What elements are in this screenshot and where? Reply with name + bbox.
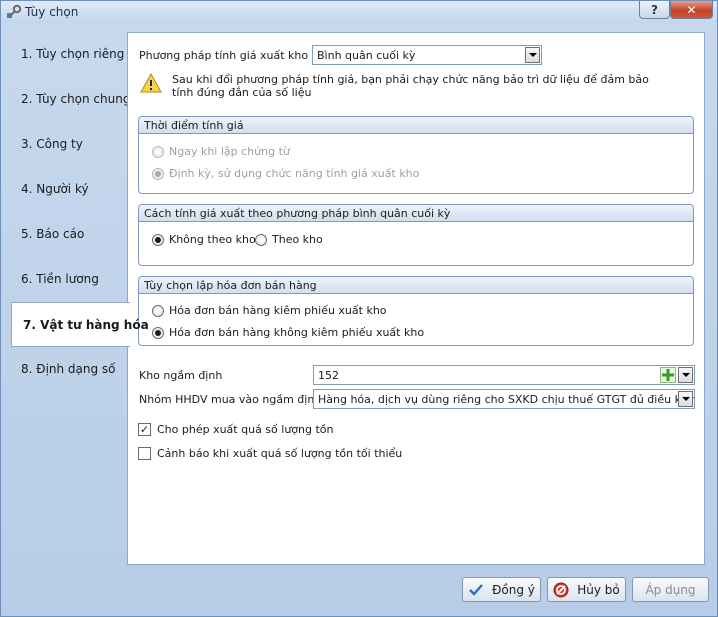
nav-item-inventory[interactable]: 7. Vật tư hàng hóa bbox=[11, 302, 149, 347]
avg-by-warehouse-label: Theo kho bbox=[272, 233, 323, 246]
pricing-method-select[interactable]: Bình quân cuối kỳ bbox=[312, 45, 542, 65]
radio-icon[interactable] bbox=[255, 233, 267, 246]
invoice-without-delivery-label: Hóa đơn bán hàng không kiêm phiếu xuất k… bbox=[169, 326, 425, 339]
cancel-button[interactable]: Hủy bỏ bbox=[547, 577, 626, 602]
allow-over-stock-checkbox[interactable]: ✓ Cho phép xuất quá số lượng tồn bbox=[138, 423, 333, 436]
warn-min-stock-label: Cảnh báo khi xuất quá số lượng tồn tối t… bbox=[157, 447, 403, 460]
avg-by-warehouse-option[interactable]: Theo kho bbox=[255, 233, 323, 246]
invoice-with-delivery-label: Hóa đơn bán hàng kiêm phiếu xuất kho bbox=[169, 304, 387, 317]
inventory-options-panel: Phương pháp tính giá xuất kho Bình quân … bbox=[127, 32, 705, 565]
avg-method-group: Cách tính giá xuất theo phương pháp bình… bbox=[138, 204, 694, 266]
warn-min-stock-checkbox[interactable]: Cảnh báo khi xuất quá số lượng tồn tối t… bbox=[138, 447, 402, 460]
title-bar[interactable]: Tùy chọn ? ✕ bbox=[1, 1, 717, 23]
radio-icon[interactable] bbox=[152, 145, 164, 158]
ok-button-label: Đồng ý bbox=[492, 582, 535, 597]
nav-item-signers[interactable]: 4. Người ký bbox=[10, 167, 128, 212]
avg-not-by-warehouse-option[interactable]: Không theo kho bbox=[152, 233, 256, 246]
default-warehouse-value: 152 bbox=[318, 369, 339, 382]
chevron-down-icon[interactable] bbox=[525, 47, 540, 63]
avg-method-title: Cách tính giá xuất theo phương pháp bình… bbox=[139, 205, 693, 222]
invoice-with-delivery-option[interactable]: Hóa đơn bán hàng kiêm phiếu xuất kho bbox=[152, 304, 387, 317]
checkbox-icon[interactable] bbox=[138, 447, 151, 460]
options-dialog: Tùy chọn ? ✕ 1. Tùy chọn riêng 2. Tùy ch… bbox=[0, 0, 718, 617]
purchase-group-select[interactable]: Hàng hóa, dịch vụ dùng riêng cho SXKD ch… bbox=[313, 389, 695, 409]
cancel-icon bbox=[553, 582, 569, 598]
radio-selected-icon[interactable] bbox=[152, 233, 164, 246]
timing-periodic-label: Định kỳ, sử dụng chức năng tính giá xuất… bbox=[169, 167, 420, 180]
default-warehouse-select[interactable]: 152 bbox=[313, 365, 695, 385]
nav-item-number-format[interactable]: 8. Định dạng số bbox=[10, 347, 128, 392]
apply-button[interactable]: Áp dụng bbox=[632, 577, 709, 602]
radio-selected-icon[interactable] bbox=[152, 326, 164, 339]
nav-item-private-options[interactable]: 1. Tùy chọn riêng bbox=[10, 32, 128, 77]
purchase-group-label: Nhóm HHDV mua vào ngầm định bbox=[139, 393, 322, 406]
pricing-timing-group: Thời điểm tính giá Ngay khi lập chứng từ… bbox=[138, 116, 694, 194]
options-nav: 1. Tùy chọn riêng 2. Tùy chọn chung 3. C… bbox=[10, 32, 149, 392]
purchase-group-value: Hàng hóa, dịch vụ dùng riêng cho SXKD ch… bbox=[318, 393, 695, 406]
default-warehouse-label: Kho ngầm định bbox=[139, 369, 223, 382]
pricing-timing-title: Thời điểm tính giá bbox=[139, 117, 693, 134]
invoice-options-group: Tùy chọn lập hóa đơn bán hàng Hóa đơn bá… bbox=[138, 276, 694, 346]
nav-item-general-options[interactable]: 2. Tùy chọn chung bbox=[10, 77, 130, 122]
app-icon bbox=[6, 4, 22, 20]
pricing-method-label: Phương pháp tính giá xuất kho bbox=[139, 49, 309, 62]
timing-immediate-label: Ngay khi lập chứng từ bbox=[169, 145, 290, 158]
warning-icon bbox=[140, 72, 162, 93]
window-title: Tùy chọn bbox=[25, 5, 79, 19]
chevron-down-icon[interactable] bbox=[678, 391, 693, 407]
avg-not-by-warehouse-label: Không theo kho bbox=[169, 233, 256, 246]
help-button[interactable]: ? bbox=[639, 1, 670, 19]
pricing-warning-text: Sau khi đổi phương pháp tính giá, bạn ph… bbox=[172, 73, 649, 99]
apply-button-label: Áp dụng bbox=[645, 582, 696, 597]
radio-icon[interactable] bbox=[152, 304, 164, 317]
nav-item-company[interactable]: 3. Công ty bbox=[10, 122, 128, 167]
timing-periodic-option[interactable]: Định kỳ, sử dụng chức năng tính giá xuất… bbox=[152, 167, 419, 180]
checkbox-checked-icon[interactable]: ✓ bbox=[138, 423, 151, 436]
nav-item-reports[interactable]: 5. Báo cáo bbox=[10, 212, 128, 257]
ok-button[interactable]: Đồng ý bbox=[462, 577, 541, 602]
cancel-button-label: Hủy bỏ bbox=[577, 582, 620, 597]
timing-immediate-option[interactable]: Ngay khi lập chứng từ bbox=[152, 145, 290, 158]
close-button[interactable]: ✕ bbox=[670, 1, 713, 19]
chevron-down-icon[interactable] bbox=[678, 367, 693, 383]
allow-over-stock-label: Cho phép xuất quá số lượng tồn bbox=[157, 423, 334, 436]
invoice-options-title: Tùy chọn lập hóa đơn bán hàng bbox=[139, 277, 693, 294]
add-warehouse-icon[interactable] bbox=[660, 367, 676, 383]
pricing-method-value: Bình quân cuối kỳ bbox=[317, 49, 416, 62]
radio-selected-icon[interactable] bbox=[152, 167, 164, 180]
invoice-without-delivery-option[interactable]: Hóa đơn bán hàng không kiêm phiếu xuất k… bbox=[152, 326, 424, 339]
checkmark-icon bbox=[468, 583, 484, 597]
nav-item-payroll[interactable]: 6. Tiền lương bbox=[10, 257, 128, 302]
